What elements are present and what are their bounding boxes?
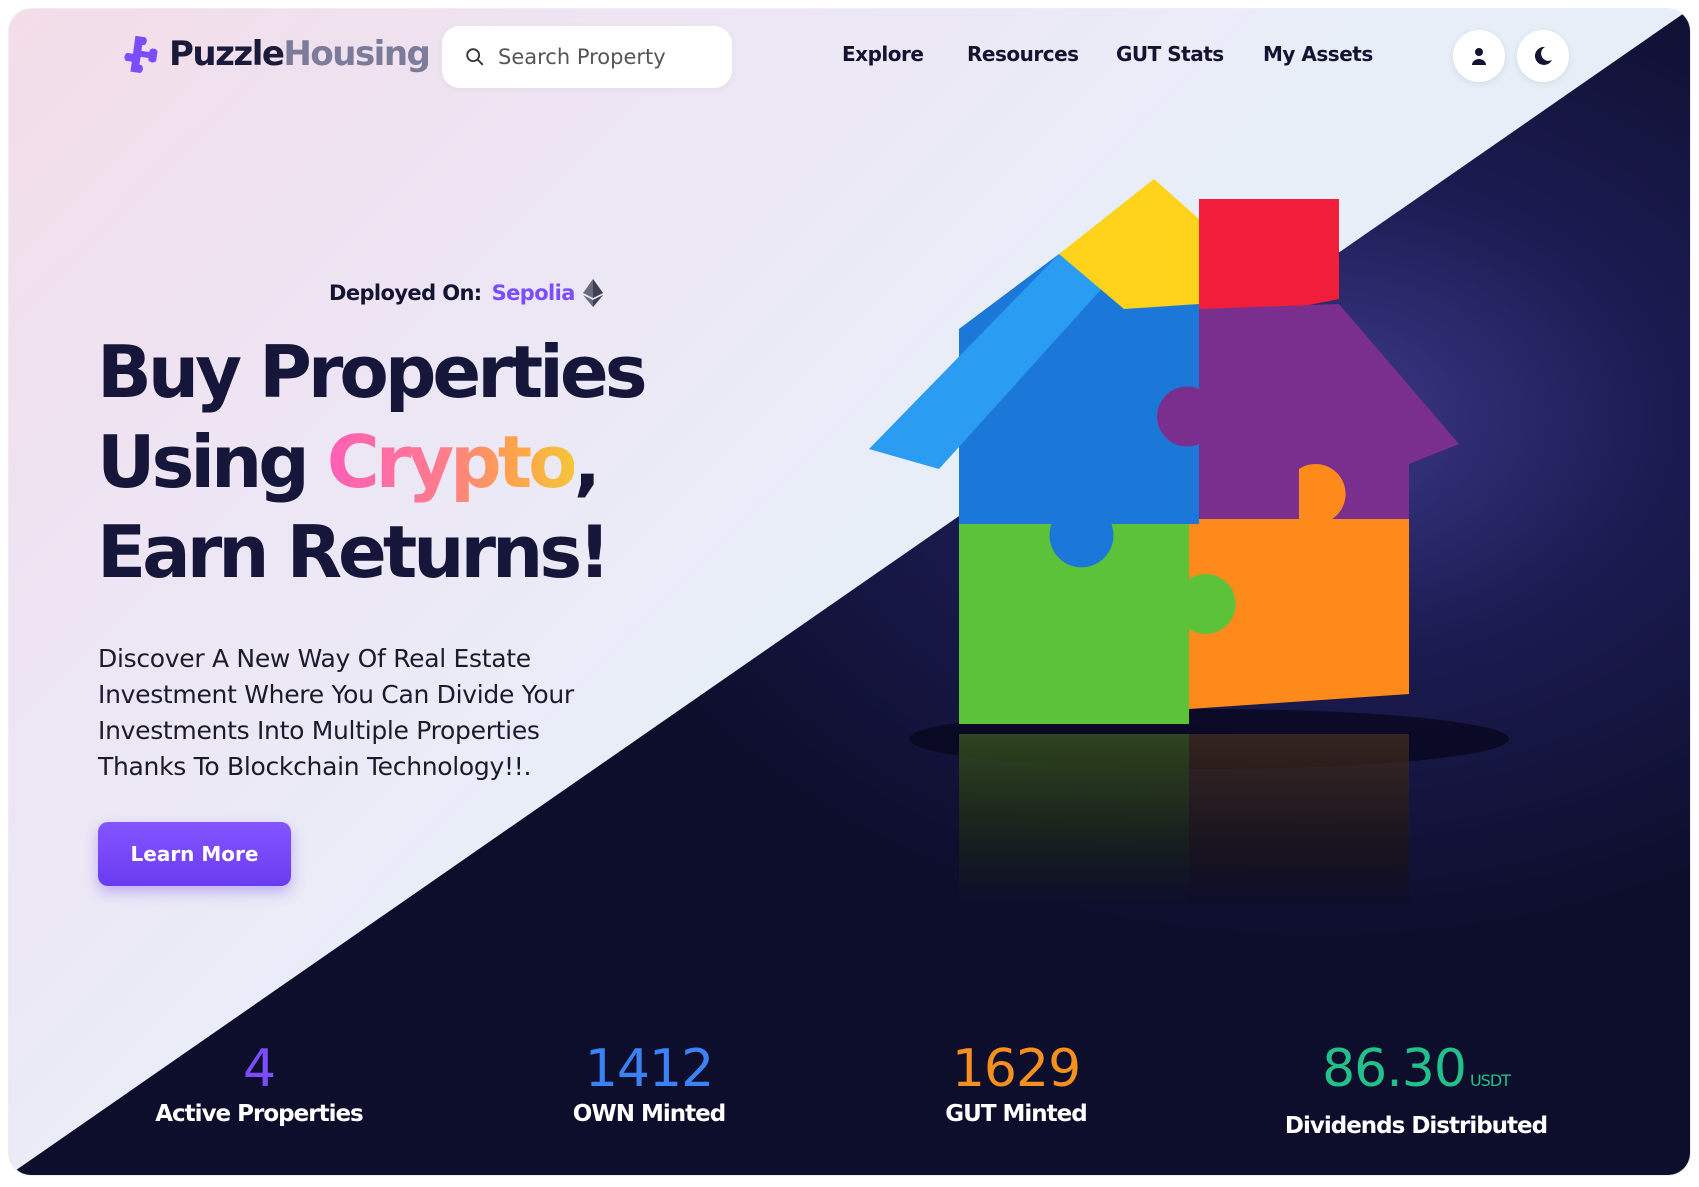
brand-logo[interactable]: PuzzleHousing [121,33,431,75]
search-box [442,26,732,88]
brand-name-part-1: Puzzle [169,34,285,74]
hero-description: Discover A New Way Of Real Estate Invest… [98,644,574,781]
stat-label: Active Properties [155,1101,364,1127]
hero-section: Deployed On: Sepolia Buy Properties Usin… [9,9,1690,1175]
stat-label: GUT Minted [945,1101,1087,1127]
brand-name-part-2: Housing [283,34,430,74]
headline-comma: , [573,420,601,504]
search-input[interactable] [496,44,720,70]
stat-active-properties: 4 Active Properties [139,1039,379,1129]
stat-label: OWN Minted [572,1101,726,1127]
headline-line-1: Buy Properties [97,330,648,414]
page-frame: PuzzleHousing Explore Resources GUT Stat… [9,9,1690,1175]
stat-unit: USDT [1469,1071,1511,1090]
theme-toggle-button[interactable] [1517,30,1569,82]
network-name: Sepolia [491,281,576,305]
headline-line-3: Earn Returns! [97,510,611,594]
headline-crypto: Crypto [326,420,578,504]
search-icon [466,48,484,66]
stat-own-minted: 1412 OWN Minted [529,1039,769,1129]
nav-item-resources[interactable]: Resources [967,42,1079,66]
stat-value: 1629 [951,1039,1081,1099]
hero-headline: Buy Properties Using Crypto, Earn Return… [97,327,648,597]
stat-value: 86.30 USDT [1322,1039,1511,1099]
puzzle-logo-icon [124,35,158,73]
top-navbar: PuzzleHousing Explore Resources GUT Stat… [9,9,1690,109]
user-icon [1472,48,1486,65]
stat-gut-minted: 1629 GUT Minted [896,1039,1136,1129]
account-button[interactable] [1453,30,1505,82]
learn-more-button[interactable]: Learn More [98,822,291,886]
stat-dividends-distributed: 86.30 USDT Dividends Distributed [1266,1039,1566,1141]
stats-bar: 4 Active Properties 1412 OWN Minted 1629… [9,1039,1690,1149]
stat-label: Dividends Distributed [1284,1113,1548,1139]
ethereum-icon [582,279,603,307]
nav-item-gut-stats[interactable]: GUT Stats [1116,42,1224,66]
nav-item-explore[interactable]: Explore [842,42,924,66]
headline-line-2: Using Crypto, [97,417,644,507]
stat-value: 4 [242,1039,276,1099]
headline-using: Using [97,420,327,504]
deployed-label: Deployed On: [329,281,482,305]
deployed-on: Deployed On: Sepolia [329,279,603,307]
nav-item-my-assets[interactable]: My Assets [1263,42,1373,66]
stat-value: 1412 [584,1039,714,1099]
moon-icon [1534,46,1552,65]
